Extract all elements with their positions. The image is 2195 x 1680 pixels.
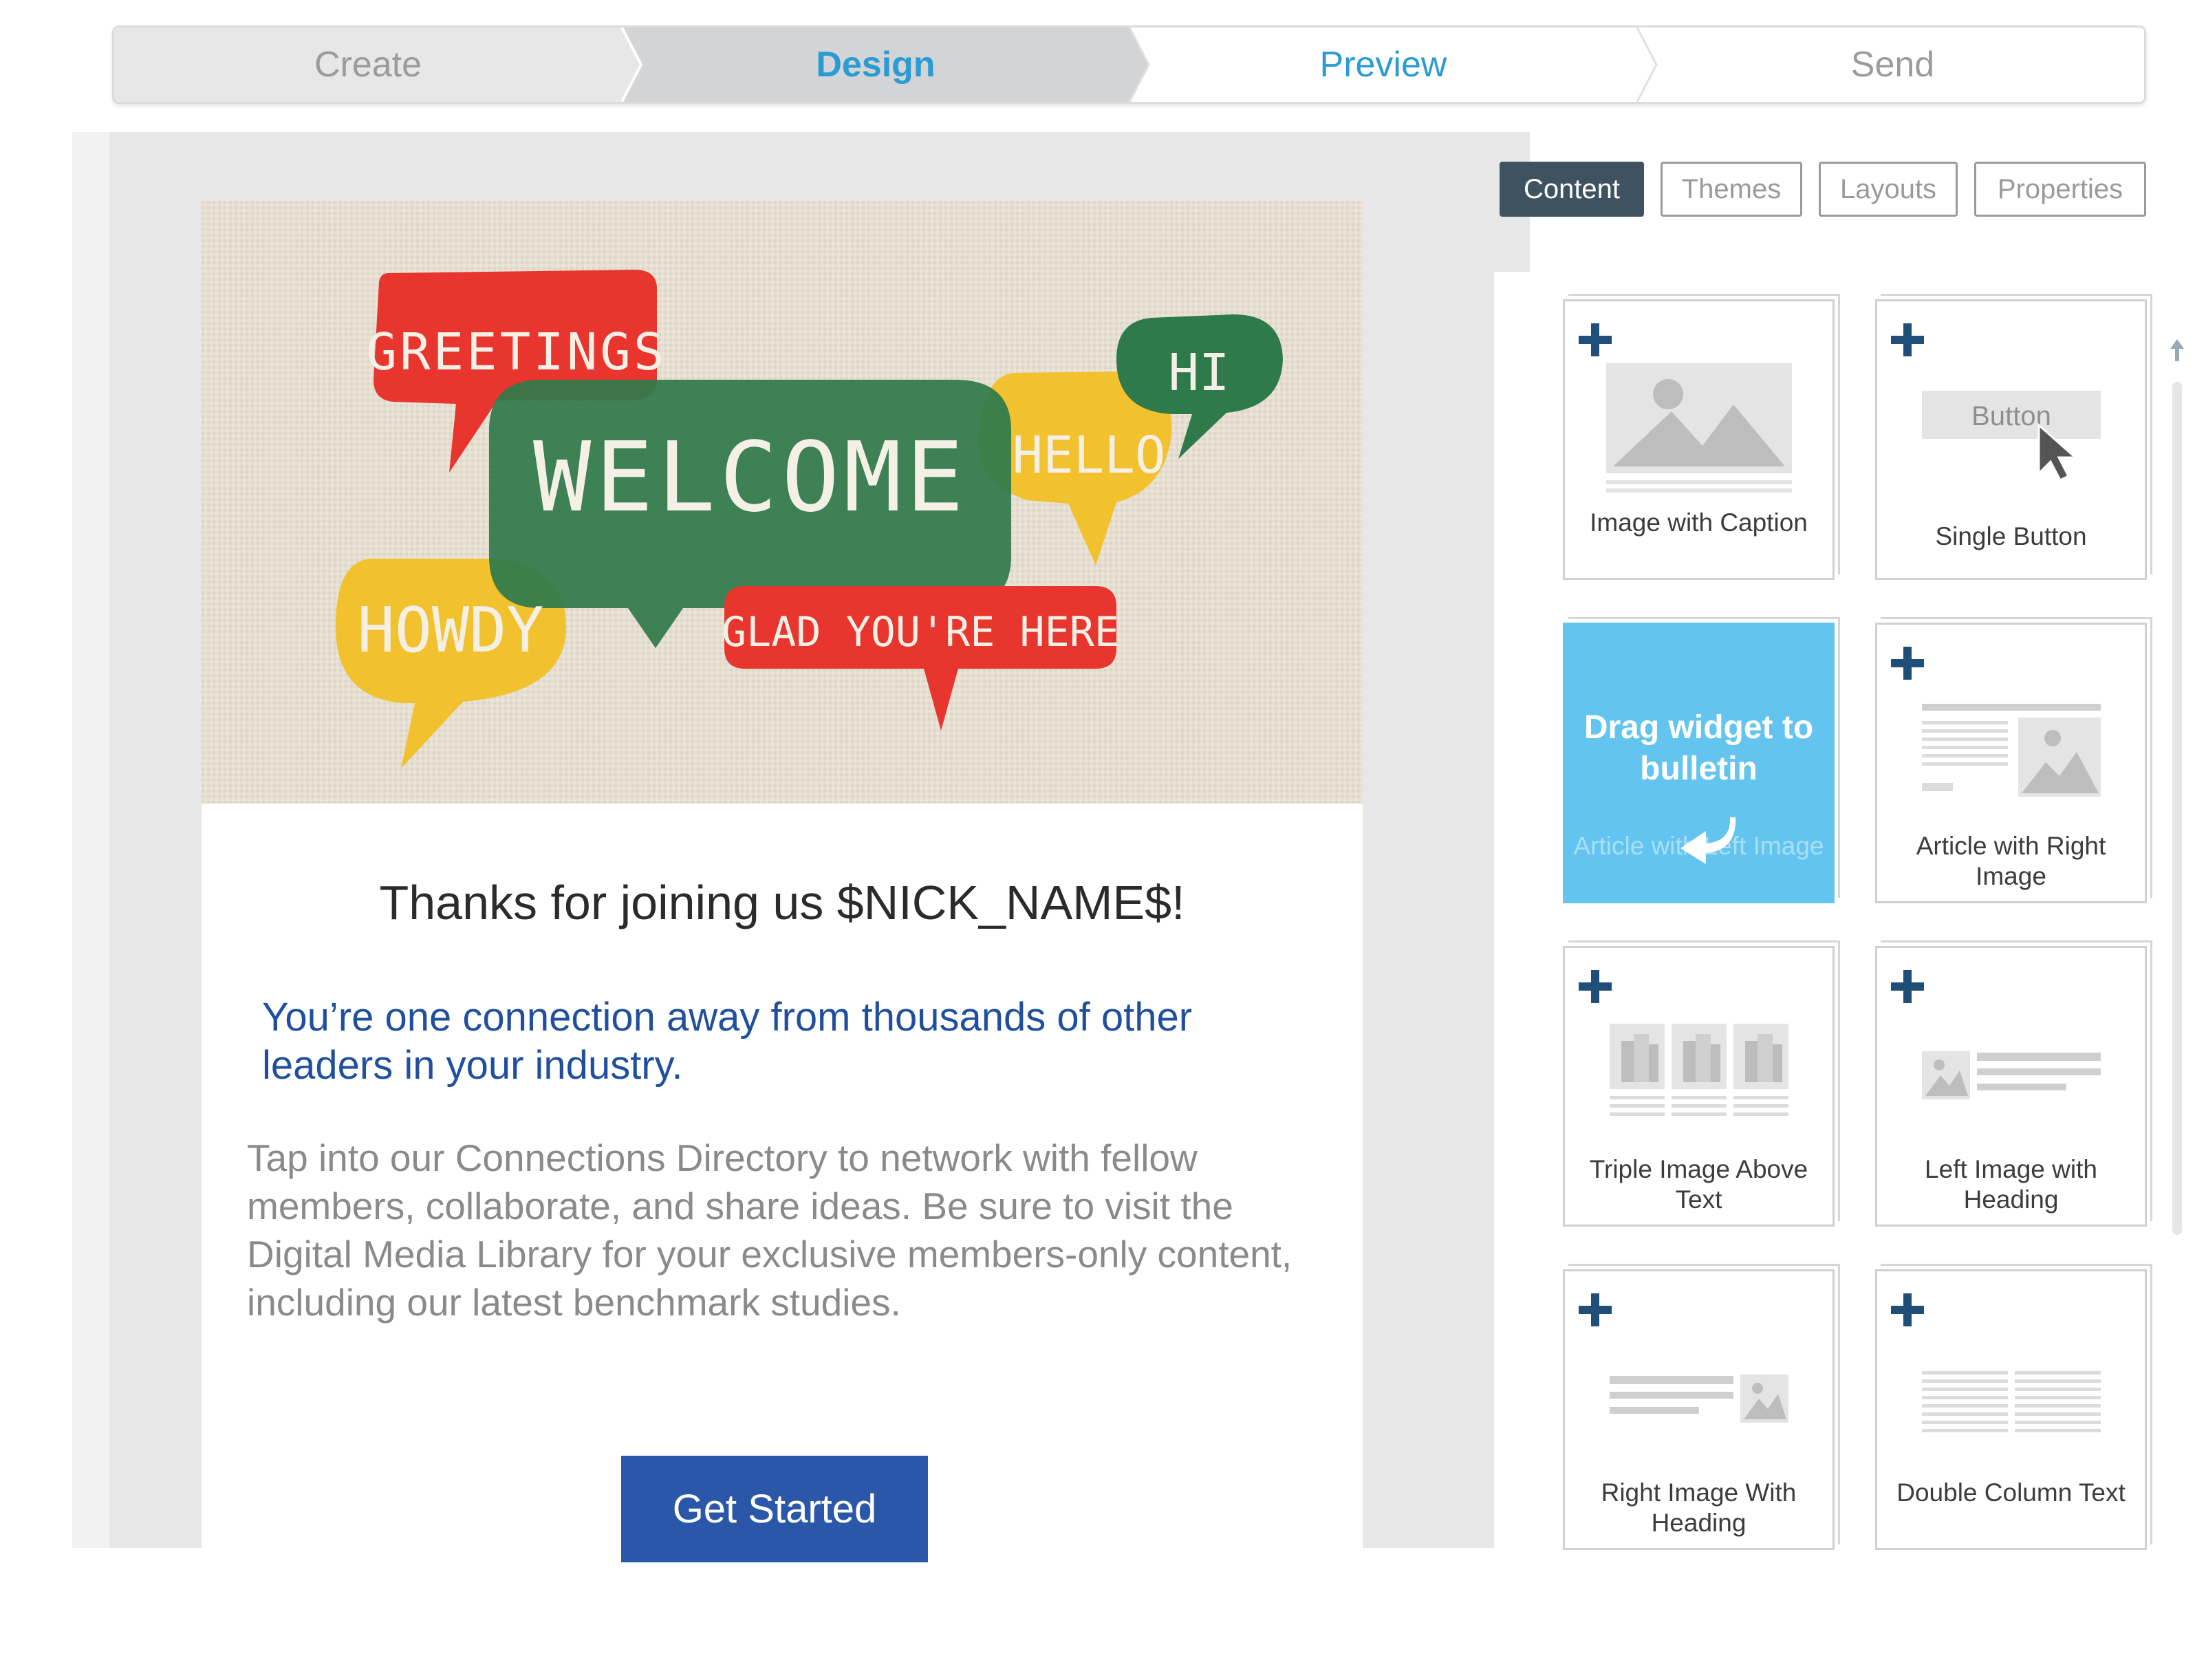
double-column-icon [1922,1371,2101,1432]
get-started-button[interactable]: Get Started [621,1456,928,1562]
hero-glad: GLAD YOU'RE HERE [722,608,1119,656]
widget-article-with-right-image[interactable]: Article with Right Image [1875,623,2147,903]
plus-icon[interactable] [1576,967,1614,1006]
tab-properties[interactable]: Properties [1974,162,2146,217]
tab-content[interactable]: Content [1500,162,1644,217]
widget-label: Article with Right Image [1916,832,2106,890]
button-icon: Button [1922,391,2101,482]
canvas-margin [72,132,109,1548]
scroll-up-icon [2170,339,2184,361]
hero-welcome: WELCOME [533,422,968,534]
plus-icon[interactable] [1888,1291,1927,1329]
widget-list: Image with Caption Button Single Button … [1494,272,2195,1550]
email-heading[interactable]: Thanks for joining us $NICK_NAME$! [202,875,1363,930]
widget-triple-image-above-text[interactable]: Triple Image Above Text [1563,946,1835,1227]
widget-left-image-with-heading[interactable]: Left Image with Heading [1875,946,2147,1227]
tab-themes[interactable]: Themes [1661,162,1802,217]
email-body-text[interactable]: Tap into our Connections Directory to ne… [247,1134,1334,1326]
wizard-steps: Create Design Preview Send [112,25,2146,104]
widget-right-image-with-heading[interactable]: Right Image With Heading [1563,1269,1835,1550]
plus-icon[interactable] [1888,321,1927,359]
hero-hello: HELLO [1013,426,1166,485]
step-preview[interactable]: Preview [1129,28,1637,102]
article-right-image-icon [1922,704,2101,797]
tab-layouts[interactable]: Layouts [1819,162,1958,217]
widget-scrollbar[interactable] [2167,334,2187,1297]
plus-icon[interactable] [1888,644,1927,682]
left-image-heading-icon [1922,1051,2101,1099]
widget-label: Single Button [1935,522,2087,550]
plus-icon[interactable] [1888,967,1927,1006]
widget-double-column-text[interactable]: Double Column Text [1875,1269,2147,1550]
widget-label: Triple Image Above Text [1589,1155,1808,1214]
drag-arrow-icon [1680,817,1736,864]
widget-label: Image with Caption [1590,508,1808,537]
step-send-label: Send [1850,45,1935,85]
step-preview-label: Preview [1319,45,1447,85]
step-design[interactable]: Design [622,28,1129,102]
step-send[interactable]: Send [1637,28,2144,102]
step-design-label: Design [816,45,936,85]
plus-icon[interactable] [1576,321,1614,359]
image-caption-icon [1606,363,1792,493]
widget-label: Right Image With Heading [1601,1478,1797,1537]
hero-image[interactable]: GREETINGS HI WELCOME HELLO HOWDY GLAD YO… [202,201,1363,804]
hero-howdy: HOWDY [358,594,544,667]
step-create[interactable]: Create [114,28,622,102]
widget-label: Left Image with Heading [1925,1155,2097,1214]
plus-icon[interactable] [1576,1291,1614,1329]
panel-tabs: Content Themes Layouts Properties [1500,162,2146,217]
right-image-heading-icon [1610,1375,1788,1423]
scroll-thumb [2172,382,2182,1235]
widget-label: Double Column Text [1896,1478,2126,1507]
step-create-label: Create [314,45,422,85]
hero-hi: HI [1168,343,1229,402]
triple-image-icon [1610,1024,1788,1116]
widget-image-with-caption[interactable]: Image with Caption [1563,299,1835,580]
email-preview: GREETINGS HI WELCOME HELLO HOWDY GLAD YO… [202,201,1363,1562]
widget-article-with-left-image[interactable]: Article with Left Image Drag widget to b… [1563,623,1835,903]
widget-single-button[interactable]: Button Single Button [1875,299,2147,580]
hero-greetings: GREETINGS [367,323,667,382]
bulletin-canvas: GREETINGS HI WELCOME HELLO HOWDY GLAD YO… [109,132,1530,1562]
email-subheading[interactable]: You’re one connection away from thousand… [262,993,1294,1090]
drag-hint: Drag widget to bulletin [1583,709,1814,787]
